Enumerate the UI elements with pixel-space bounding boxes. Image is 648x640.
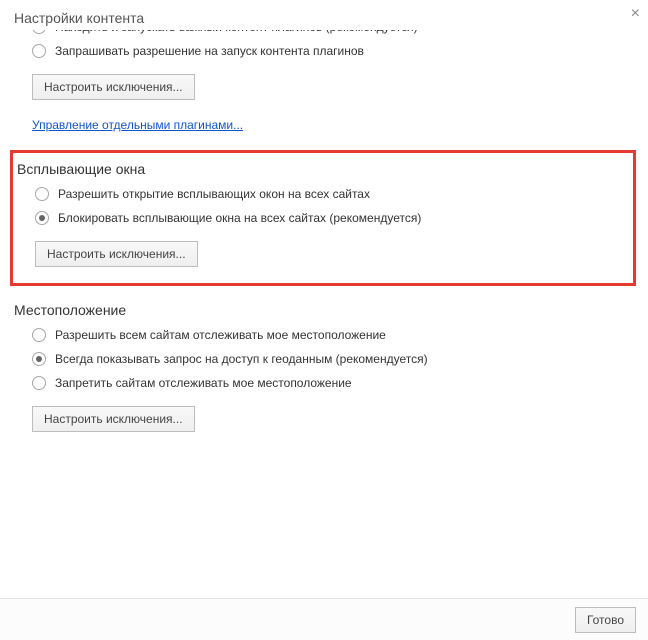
- dialog-title: Настройки контента: [0, 0, 648, 32]
- location-options: Разрешить всем сайтам отслеживать мое ме…: [14, 328, 634, 390]
- radio-icon: [35, 187, 49, 201]
- radio-icon: [32, 328, 46, 342]
- popups-exceptions-button[interactable]: Настроить исключения...: [35, 241, 198, 267]
- location-option-block[interactable]: Запретить сайтам отслеживать мое местопо…: [32, 376, 634, 390]
- radio-label: Блокировать всплывающие окна на всех сай…: [58, 211, 421, 225]
- plugins-exceptions-button[interactable]: Настроить исключения...: [32, 74, 195, 100]
- radio-label: Запрашивать разрешение на запуск контент…: [55, 44, 364, 58]
- close-icon[interactable]: ×: [631, 6, 640, 22]
- popups-option-block[interactable]: Блокировать всплывающие окна на всех сай…: [35, 211, 629, 225]
- radio-label: Находить и запускать важный контент плаг…: [55, 30, 418, 34]
- scroll-filler: [14, 436, 634, 598]
- plugins-option-detect-important[interactable]: Находить и запускать важный контент плаг…: [32, 30, 634, 34]
- manage-plugins-link[interactable]: Управление отдельными плагинами...: [32, 118, 243, 132]
- popups-options: Разрешить открытие всплывающих окон на в…: [17, 187, 629, 225]
- radio-icon: [35, 211, 49, 225]
- content-settings-dialog: × Настройки контента Настроить обработчи…: [0, 0, 648, 640]
- radio-icon: [32, 352, 46, 366]
- radio-label: Всегда показывать запрос на доступ к гео…: [55, 352, 428, 366]
- settings-scroll-area[interactable]: Настроить обработчики... Плагины Запуска…: [0, 30, 640, 598]
- location-option-allow[interactable]: Разрешить всем сайтам отслеживать мое ме…: [32, 328, 634, 342]
- radio-label: Разрешить открытие всплывающих окон на в…: [58, 187, 370, 201]
- radio-label: Запретить сайтам отслеживать мое местопо…: [55, 376, 352, 390]
- popups-option-allow[interactable]: Разрешить открытие всплывающих окон на в…: [35, 187, 629, 201]
- done-button[interactable]: Готово: [575, 607, 636, 633]
- popups-highlight-box: Всплывающие окна Разрешить открытие вспл…: [10, 150, 636, 286]
- plugins-option-ask[interactable]: Запрашивать разрешение на запуск контент…: [32, 44, 634, 58]
- radio-icon: [32, 30, 46, 34]
- radio-icon: [32, 376, 46, 390]
- location-heading: Местоположение: [14, 302, 634, 318]
- dialog-footer: Готово: [0, 598, 648, 640]
- location-option-ask[interactable]: Всегда показывать запрос на доступ к гео…: [32, 352, 634, 366]
- radio-label: Разрешить всем сайтам отслеживать мое ме…: [55, 328, 386, 342]
- popups-heading: Всплывающие окна: [17, 161, 629, 177]
- plugins-options: Запускать контент всех плагинов Находить…: [14, 30, 634, 58]
- radio-icon: [32, 44, 46, 58]
- location-exceptions-button[interactable]: Настроить исключения...: [32, 406, 195, 432]
